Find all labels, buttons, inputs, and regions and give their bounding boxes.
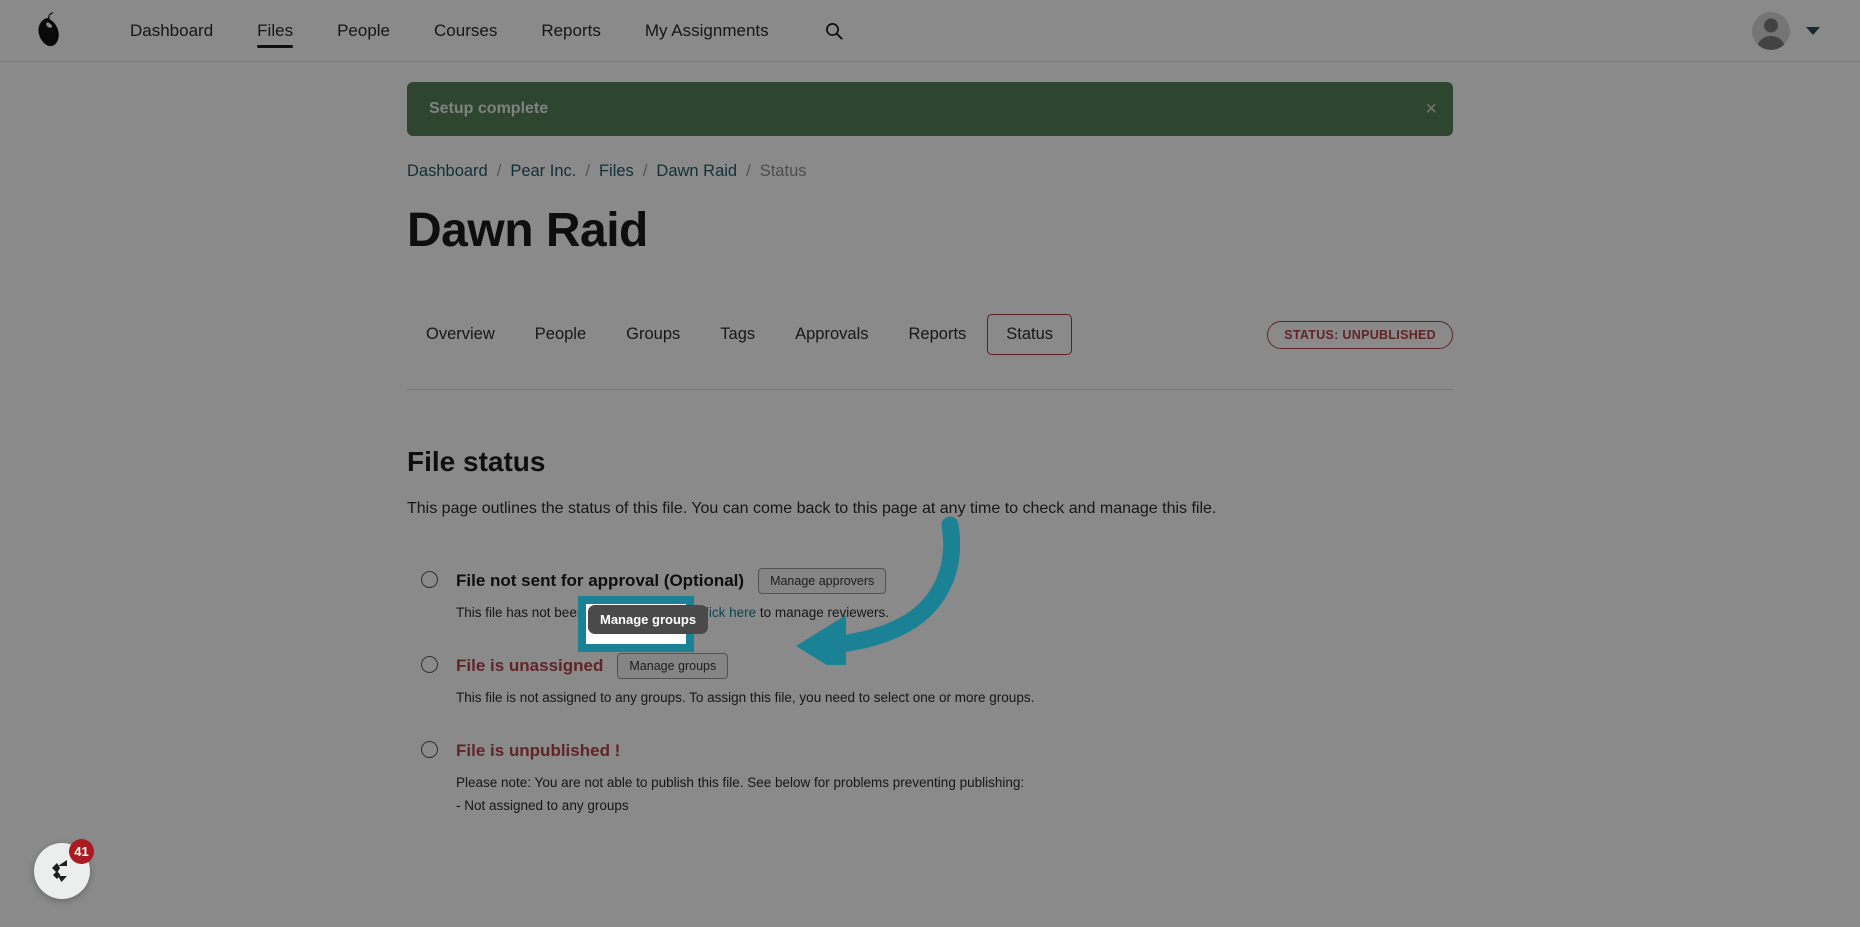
manage-groups-button[interactable]: Manage groups	[617, 652, 729, 679]
status-item-label: File is unassigned	[456, 655, 604, 675]
main-content: Setup complete × Dashboard / Pear Inc. /…	[407, 62, 1453, 818]
tab-tags[interactable]: Tags	[701, 314, 774, 355]
breadcrumb-item-dashboard[interactable]: Dashboard	[407, 162, 488, 181]
manage-approvers-button[interactable]: Manage approvers	[758, 568, 887, 594]
nav-link-my-assignments[interactable]: My Assignments	[623, 0, 791, 62]
status-item-description: Please note: You are not able to publish…	[456, 774, 1025, 790]
close-icon[interactable]: ×	[1425, 99, 1437, 119]
breadcrumb-separator: /	[642, 162, 648, 180]
search-icon[interactable]	[817, 14, 851, 48]
nav-link-courses[interactable]: Courses	[412, 0, 519, 62]
breadcrumb-item-dawn-raid[interactable]: Dawn Raid	[656, 162, 737, 181]
section-description: This page outlines the status of this fi…	[407, 500, 1217, 517]
tab-people[interactable]: People	[516, 314, 605, 355]
breadcrumb-item-pear-inc[interactable]: Pear Inc.	[510, 162, 576, 181]
chat-unread-badge: 41	[69, 839, 94, 864]
breadcrumb-separator: /	[585, 162, 590, 180]
chat-support-widget[interactable]: 41	[34, 839, 94, 899]
alert-setup-complete: Setup complete ×	[407, 82, 1453, 136]
status-item-header: File is unassigned Manage groups	[456, 652, 1453, 679]
breadcrumb-separator: /	[746, 162, 751, 180]
breadcrumb-item-status: Status	[759, 162, 807, 180]
status-radio-unassigned[interactable]	[421, 655, 438, 673]
status-sub-text-post: to manage reviewers.	[756, 605, 889, 620]
tab-list: Overview People Groups Tags Approvals Re…	[407, 314, 1073, 355]
nav-links: Dashboard Files People Courses Reports M…	[108, 0, 791, 61]
nav-link-reports[interactable]: Reports	[519, 0, 623, 62]
nav-link-dashboard[interactable]: Dashboard	[108, 0, 235, 62]
section-divider	[407, 389, 1453, 390]
status-item-label: File is unpublished !	[456, 740, 621, 760]
nav-link-files[interactable]: Files	[235, 0, 315, 62]
tab-approvals[interactable]: Approvals	[776, 314, 887, 355]
manage-groups-tooltip[interactable]: Manage groups	[588, 605, 709, 634]
pear-logo-icon[interactable]	[26, 9, 70, 53]
nav-user-area	[1752, 11, 1834, 50]
status-item-label: File not sent for approval (Optional)	[456, 571, 745, 590]
breadcrumb-separator: /	[496, 162, 502, 180]
tab-groups[interactable]: Groups	[607, 314, 699, 355]
breadcrumb-item-files[interactable]: Files	[599, 162, 634, 181]
status-item-header: File not sent for approval (Optional) Ma…	[456, 568, 1453, 594]
tab-bar: Overview People Groups Tags Approvals Re…	[407, 314, 1453, 355]
status-item-description: This file is not assigned to any groups.…	[456, 689, 1035, 705]
status-radio-approval[interactable]	[421, 571, 438, 588]
nav-link-people[interactable]: People	[315, 0, 412, 62]
breadcrumb: Dashboard / Pear Inc. / Files / Dawn Rai…	[407, 162, 1453, 181]
tab-overview[interactable]: Overview	[407, 314, 514, 355]
application-page: Dashboard Files People Courses Reports M…	[0, 0, 1860, 927]
status-badge: STATUS: UNPUBLISHED	[1267, 320, 1453, 349]
status-item-unpublished: File is unpublished ! Please note: You a…	[421, 738, 1453, 818]
status-item-header: File is unpublished !	[456, 738, 1453, 764]
status-item-body: File is unpublished ! Please note: You a…	[456, 738, 1453, 818]
status-item-problem: - Not assigned to any groups	[456, 797, 629, 813]
status-radio-unpublished[interactable]	[421, 740, 438, 758]
chevron-down-icon[interactable]	[1806, 26, 1820, 35]
page-title: Dawn Raid	[407, 204, 648, 257]
status-item-approval: File not sent for approval (Optional) Ma…	[421, 568, 1453, 625]
tab-reports[interactable]: Reports	[890, 314, 986, 355]
status-list: File not sent for approval (Optional) Ma…	[407, 568, 1453, 818]
status-item-unassigned: File is unassigned Manage groups This fi…	[421, 652, 1453, 710]
tab-status[interactable]: Status	[987, 314, 1073, 355]
user-avatar-icon[interactable]	[1752, 11, 1790, 50]
top-navigation-bar: Dashboard Files People Courses Reports M…	[0, 0, 1860, 62]
status-item-body: File is unassigned Manage groups This fi…	[456, 652, 1453, 710]
alert-message: Setup complete	[429, 100, 549, 117]
section-heading-file-status: File status	[407, 446, 546, 477]
